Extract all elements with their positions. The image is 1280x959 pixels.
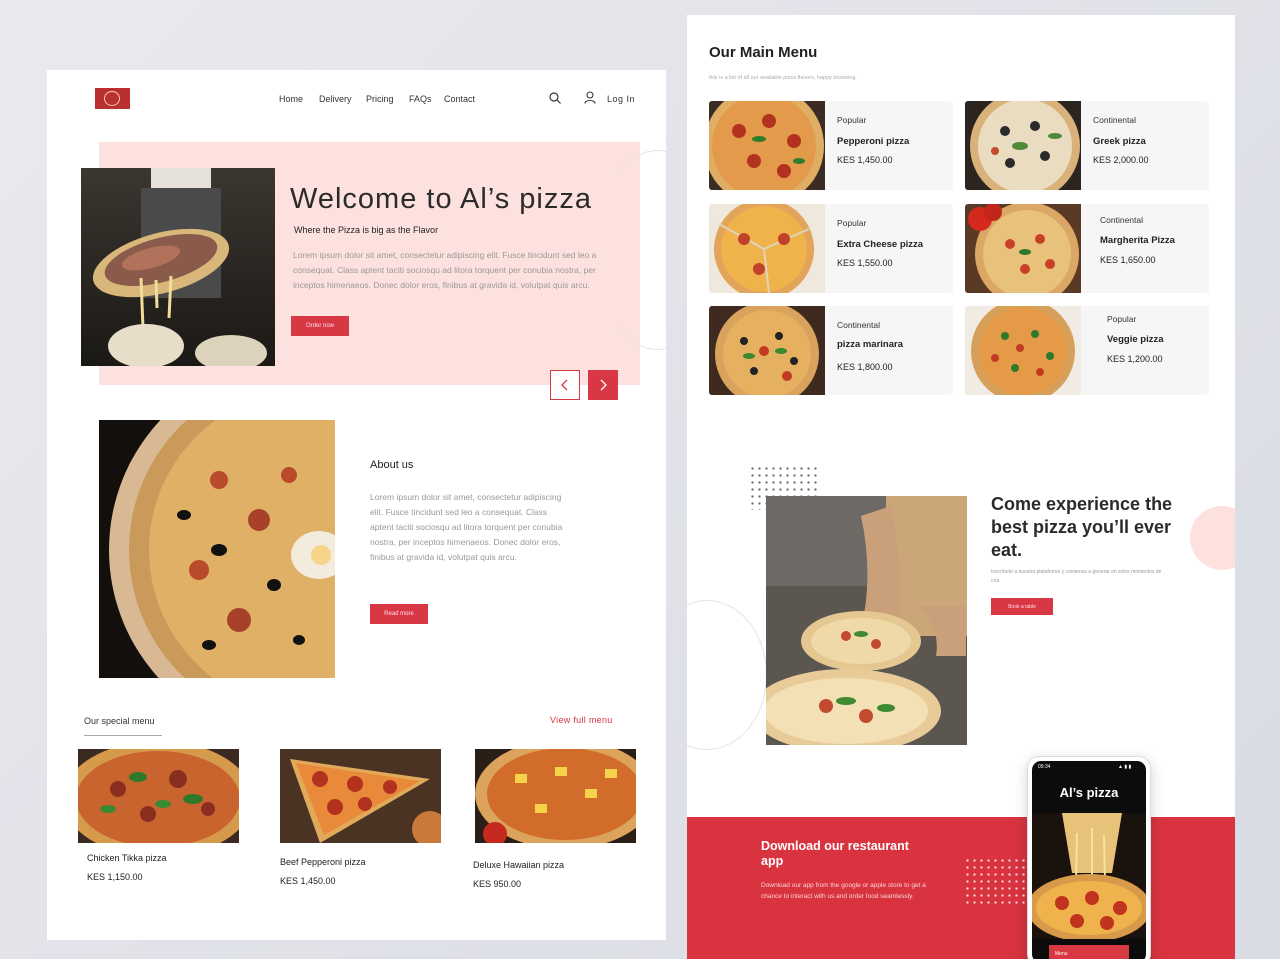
book-table-button[interactable]: Book a table	[991, 598, 1053, 615]
decorative-arc	[687, 600, 767, 750]
chicken-tikka-pizza-image	[78, 749, 239, 843]
phone-menu-button[interactable]: Menu	[1049, 945, 1129, 959]
greek-pizza-image	[965, 101, 1081, 190]
menu-item-category: Popular	[837, 115, 867, 125]
read-more-button[interactable]: Read more	[370, 604, 428, 624]
experience-heading: Come experience the best pizza you’ll ev…	[991, 494, 1173, 560]
menu-item-category: Popular	[837, 218, 867, 228]
hero-chef-pizza-image	[81, 168, 275, 366]
beef-pepperoni-pizza-image	[280, 749, 441, 843]
hero-title: Welcome to Al’s pizza	[290, 183, 592, 215]
special-item-price: KES 1,150.00	[87, 872, 143, 882]
nav-contact[interactable]: Contact	[444, 94, 475, 104]
menu-card[interactable]: Popular Veggie pizza KES 1,200.00	[965, 306, 1209, 395]
about-description: Lorem ipsum dolor sit amet, consectetur …	[370, 492, 563, 562]
menu-item-category: Continental	[1093, 115, 1137, 125]
carousel-next-button[interactable]	[588, 370, 618, 400]
main-menu-title: Our Main Menu	[709, 44, 818, 61]
pizza-cutting-image	[766, 496, 967, 745]
heading-underline	[84, 735, 162, 736]
brand-logo[interactable]	[95, 88, 130, 109]
hero-tagline: Where the Pizza is big as the Flavor	[294, 225, 439, 235]
nav-pricing[interactable]: Pricing	[366, 94, 394, 104]
nav-delivery[interactable]: Delivery	[319, 94, 352, 104]
login-link[interactable]: Log In	[607, 94, 635, 104]
phone-status-time: 09:34	[1038, 764, 1051, 770]
menu-item-name: Veggie pizza	[1107, 334, 1164, 345]
veggie-pizza-image	[965, 306, 1081, 395]
special-card[interactable]: Beef Pepperoni pizza KES 1,450.00	[280, 749, 441, 899]
special-card[interactable]: Chicken Tikka pizza KES 1,150.00	[78, 749, 239, 899]
menu-item-name: pizza marinara	[837, 339, 903, 350]
nav-faqs[interactable]: FAQs	[409, 94, 432, 104]
deluxe-hawaiian-pizza-image	[475, 749, 636, 843]
menu-item-name: Margherita Pizza	[1100, 235, 1175, 246]
about-heading: About us	[370, 459, 414, 471]
special-item-price: KES 1,450.00	[280, 876, 336, 886]
special-item-name: Chicken Tikka pizza	[87, 853, 167, 863]
menu-card[interactable]: Popular Extra Cheese pizza KES 1,550.00	[709, 204, 953, 293]
chevron-left-icon	[561, 379, 568, 391]
phone-mockup: 09:34 ▲ ▮ ▮ Al’s pizza Menu	[1027, 756, 1151, 959]
margherita-pizza-image	[965, 204, 1081, 293]
view-full-menu-link[interactable]: View full menu	[550, 715, 613, 725]
pizza-marinara-image	[709, 306, 825, 395]
logo-emblem-icon	[104, 91, 120, 106]
special-item-price: KES 950.00	[473, 879, 522, 889]
phone-app-title: Al’s pizza	[1059, 785, 1119, 800]
extra-cheese-pizza-image	[709, 204, 825, 293]
menu-card[interactable]: Continental Greek pizza KES 2,000.00	[965, 101, 1209, 190]
user-icon[interactable]	[584, 91, 596, 104]
carousel-prev-button[interactable]	[550, 370, 580, 400]
menu-card[interactable]: Popular Pepperoni pizza KES 1,450.00	[709, 101, 953, 190]
decorative-dot-grid	[964, 857, 1026, 905]
special-item-name: Beef Pepperoni pizza	[280, 857, 366, 867]
menu-card[interactable]: Continental pizza marinara KES 1,800.00	[709, 306, 953, 395]
menu-item-category: Popular	[1107, 314, 1137, 324]
menu-item-price: KES 1,800.00	[837, 362, 893, 372]
menu-item-price: KES 1,550.00	[837, 258, 893, 268]
chevron-right-icon	[600, 379, 607, 391]
download-heading: Download our restaurant app	[761, 839, 909, 868]
nav-home[interactable]: Home	[279, 94, 303, 104]
experience-description: Inscríbete a nuestra plataforma y comien…	[991, 569, 1162, 584]
phone-status-icons: ▲ ▮ ▮	[1118, 764, 1132, 770]
search-icon[interactable]	[549, 92, 561, 104]
special-item-name: Deluxe Hawaiian pizza	[473, 860, 565, 870]
phone-pizza-image	[1032, 813, 1146, 939]
order-now-button[interactable]: Order now	[291, 316, 349, 336]
about-pizza-image	[99, 420, 335, 678]
pepperoni-pizza-image	[709, 101, 825, 190]
menu-item-category: Continental	[837, 320, 881, 330]
special-card[interactable]: Deluxe Hawaiian pizza KES 950.00	[473, 749, 636, 899]
menu-item-price: KES 1,650.00	[1100, 255, 1156, 265]
menu-item-name: Extra Cheese pizza	[837, 239, 924, 250]
hero-description: Lorem ipsum dolor sit amet, consectetur …	[293, 250, 597, 290]
landing-page: Home Delivery Pricing FAQs Contact Log I…	[47, 70, 666, 940]
menu-card[interactable]: Continental Margherita Pizza KES 1,650.0…	[965, 204, 1209, 293]
menu-item-price: KES 1,200.00	[1107, 354, 1163, 364]
menu-item-price: KES 1,450.00	[837, 155, 893, 165]
menu-item-price: KES 2,000.00	[1093, 155, 1149, 165]
main-menu-subtitle: this is a list of all our available pizz…	[709, 75, 857, 81]
menu-item-name: Pepperoni pizza	[837, 136, 910, 147]
special-menu-heading: Our special menu	[84, 716, 155, 726]
phone-screen: 09:34 ▲ ▮ ▮ Al’s pizza Menu	[1032, 761, 1146, 959]
menu-page: Our Main Menu this is a list of all our …	[687, 15, 1235, 959]
download-description: Download our app from the google or appl…	[761, 882, 926, 900]
menu-item-name: Greek pizza	[1093, 136, 1146, 147]
menu-item-category: Continental	[1100, 215, 1144, 225]
